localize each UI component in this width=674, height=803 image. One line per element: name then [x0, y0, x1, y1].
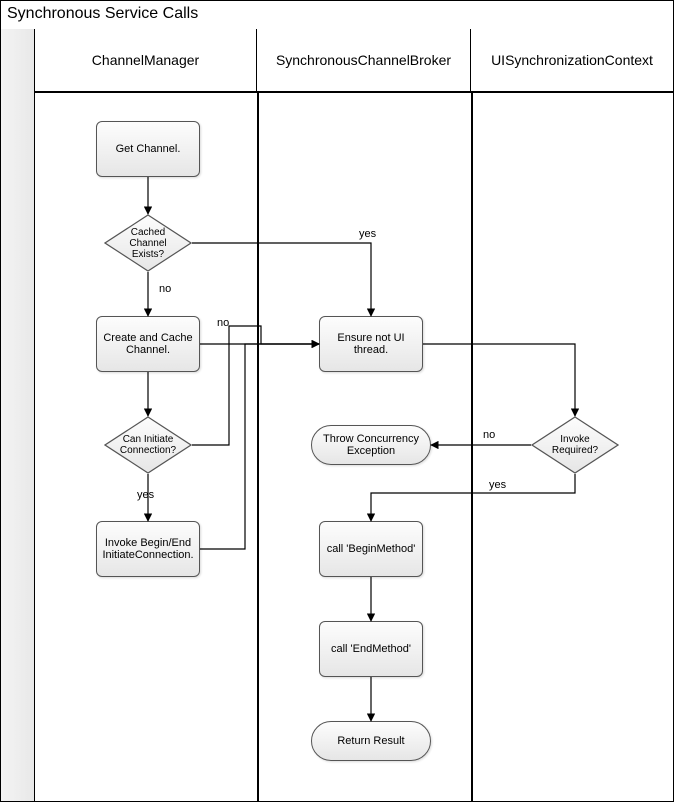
divider — [35, 91, 674, 93]
node-return-result: Return Result — [311, 721, 431, 761]
node-call-end: call 'EndMethod' — [319, 621, 423, 677]
node-get-channel: Get Channel. — [96, 121, 200, 177]
edge-label-no: no — [483, 429, 495, 441]
diagram-frame: Synchronous Service Calls ChannelManager… — [0, 0, 674, 802]
node-invoke-required: Invoke Required? — [531, 416, 619, 474]
edge-label-yes: yes — [359, 228, 376, 240]
edge-label-yes: yes — [137, 489, 154, 501]
swimlane-side — [1, 29, 35, 801]
node-can-initiate-connection: Can Initiate Connection? — [104, 416, 192, 474]
edge-label-no: no — [217, 317, 229, 329]
lane-header-synchronouschannelbroker: SynchronousChannelBroker — [257, 29, 471, 91]
lane-divider — [257, 91, 259, 801]
node-call-begin: call 'BeginMethod' — [319, 521, 423, 577]
lane-divider — [471, 91, 473, 801]
lane-header-uisynchronizationcontext: UISynchronizationContext — [471, 29, 673, 91]
node-label: Invoke Required? — [531, 416, 619, 474]
node-label: Cached Channel Exists? — [104, 214, 192, 272]
diagram-title: Synchronous Service Calls — [7, 5, 198, 23]
edge-label-no: no — [159, 283, 171, 295]
node-cached-channel-exists: Cached Channel Exists? — [104, 214, 192, 272]
node-throw-concurrency: Throw Concurrency Exception — [311, 425, 431, 465]
node-label: Can Initiate Connection? — [104, 416, 192, 474]
lane-header-channelmanager: ChannelManager — [35, 29, 257, 91]
node-create-cache-channel: Create and Cache Channel. — [96, 316, 200, 372]
node-invoke-begin-end: Invoke Begin/End InitiateConnection. — [96, 521, 200, 577]
node-ensure-not-ui: Ensure not UI thread. — [319, 316, 423, 372]
edge-label-yes: yes — [489, 479, 506, 491]
